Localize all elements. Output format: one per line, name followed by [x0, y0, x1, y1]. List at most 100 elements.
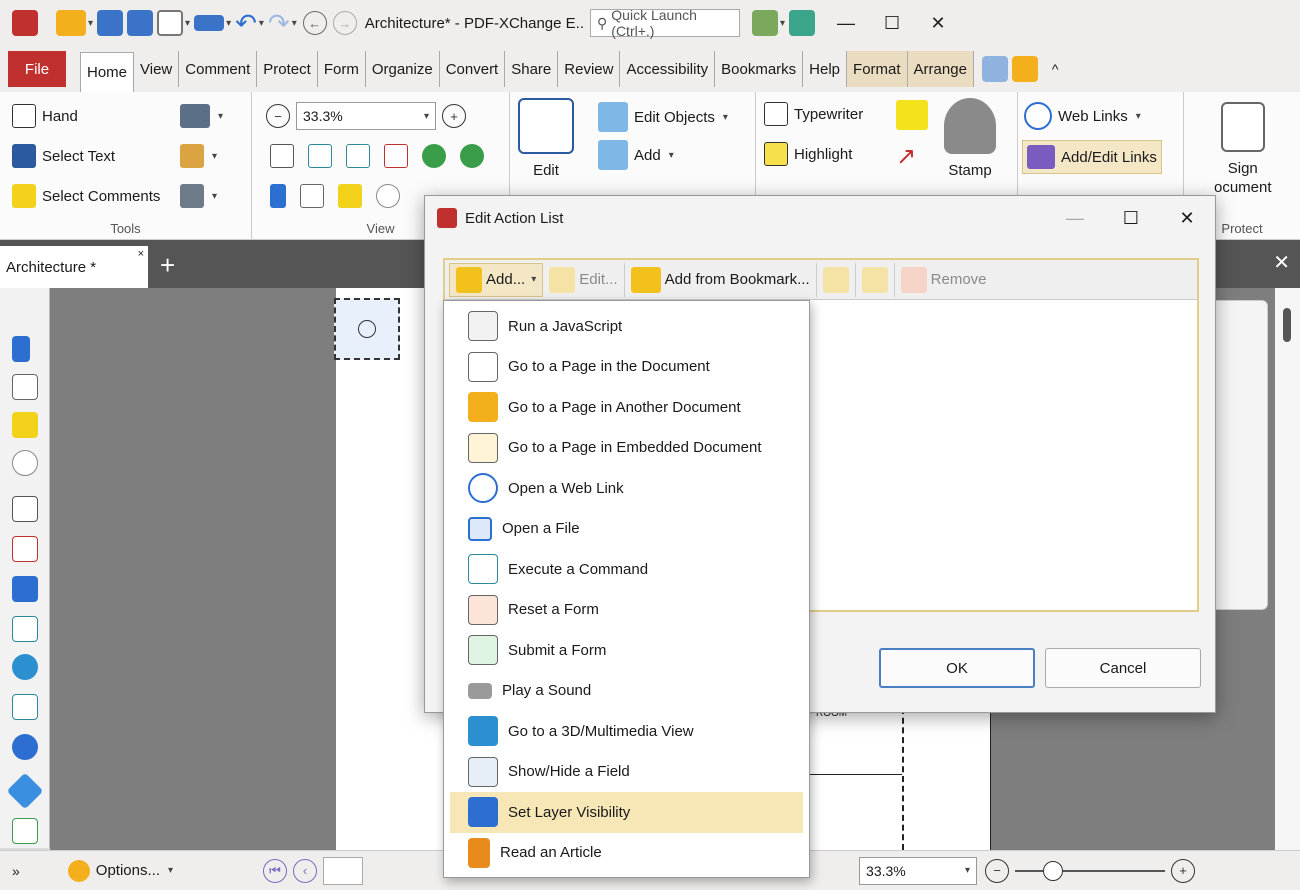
selected-link-annotation[interactable]: [334, 298, 400, 360]
scan-icon[interactable]: ▾: [194, 8, 231, 38]
move-down-button[interactable]: [856, 262, 895, 297]
stamp-button[interactable]: Stamp: [944, 98, 996, 179]
add-edit-links-button[interactable]: Add/Edit Links: [1022, 140, 1162, 174]
menu-item-submit-form[interactable]: Submit a Form: [444, 630, 809, 671]
close-tab-icon[interactable]: ×: [138, 248, 144, 260]
minimize-button[interactable]: —: [823, 0, 869, 46]
open-folder-icon[interactable]: ▾: [56, 8, 93, 38]
edit-button[interactable]: Edit: [518, 98, 574, 179]
quick-launch-input[interactable]: ⚲ Quick Launch (Ctrl+.): [590, 7, 741, 39]
sign-document-button[interactable]: Sign ocument: [1214, 102, 1272, 196]
tab-help[interactable]: Help: [803, 51, 848, 87]
highlight-button[interactable]: Highlight: [764, 142, 852, 166]
comments-icon[interactable]: [338, 184, 362, 208]
dialog-close-button[interactable]: ✕: [1159, 196, 1215, 240]
web-links-button[interactable]: Web Links ▾: [1024, 102, 1141, 130]
fit-page-icon[interactable]: [308, 144, 332, 168]
new-tab-icon[interactable]: +: [160, 250, 175, 281]
links-pane-icon[interactable]: [12, 734, 38, 760]
tab-format[interactable]: Format: [847, 51, 908, 87]
fullscreen-icon[interactable]: [789, 8, 816, 38]
remove-action-button[interactable]: Remove: [895, 263, 993, 297]
add-object-button[interactable]: Add ▾: [598, 140, 674, 170]
page-number-input[interactable]: [323, 856, 364, 885]
hand-tool[interactable]: Hand: [12, 104, 78, 128]
maximize-button[interactable]: ☐: [869, 0, 915, 46]
dialog-maximize-button[interactable]: ☐: [1103, 196, 1159, 240]
tab-protect[interactable]: Protect: [257, 51, 318, 87]
pages-icon[interactable]: [300, 184, 324, 208]
zoom-out-icon[interactable]: −: [266, 104, 290, 128]
save-icon[interactable]: [97, 8, 124, 38]
email-icon[interactable]: ▾: [157, 8, 190, 38]
arrow-button[interactable]: ↗: [896, 142, 916, 171]
tab-comment[interactable]: Comment: [179, 51, 258, 87]
bottom-zoom-out-icon[interactable]: −: [985, 858, 1010, 883]
signatures-pane-icon[interactable]: [12, 536, 38, 562]
back-icon[interactable]: ←: [302, 11, 327, 35]
print-icon[interactable]: [127, 8, 154, 38]
attachment-icon[interactable]: [376, 184, 400, 208]
tab-bookmarks[interactable]: Bookmarks: [715, 51, 804, 87]
rotate-right-icon[interactable]: [460, 144, 484, 168]
fit-width-icon[interactable]: [346, 144, 370, 168]
structure-pane-icon[interactable]: [12, 694, 38, 720]
typewriter-button[interactable]: Typewriter: [764, 102, 863, 126]
status-collapse-icon[interactable]: »: [12, 863, 20, 879]
edit-action-button[interactable]: Edit...: [543, 262, 625, 297]
menu-item-read-article[interactable]: Read an Article: [444, 833, 809, 874]
tab-accessibility[interactable]: Accessibility: [620, 51, 716, 87]
cancel-button[interactable]: Cancel: [1045, 648, 1201, 688]
select-text-tool[interactable]: Select Text: [12, 144, 115, 168]
add-from-bookmark-button[interactable]: Add from Bookmark...: [625, 262, 817, 297]
destinations-pane-icon[interactable]: [12, 654, 38, 680]
bookmarks-pane-icon[interactable]: [12, 336, 30, 362]
menu-item-set-layer-visibility[interactable]: Set Layer Visibility: [450, 792, 803, 833]
vertical-scrollbar[interactable]: [1275, 288, 1300, 850]
actual-size-icon[interactable]: [270, 144, 294, 168]
layers-pane-icon[interactable]: [12, 576, 38, 602]
fit-visible-icon[interactable]: [384, 144, 408, 168]
options-button[interactable]: Options... ▾: [67, 859, 173, 882]
ribbon-extra-icon[interactable]: [981, 54, 1008, 84]
prev-page-icon[interactable]: ‹: [293, 858, 318, 883]
tab-arrange[interactable]: Arrange: [907, 51, 974, 87]
fields-pane-icon[interactable]: [12, 818, 38, 844]
snapshot-button[interactable]: ▾: [180, 104, 223, 128]
menu-item-3d-view[interactable]: Go to a 3D/Multimedia View: [444, 711, 809, 752]
menu-item-open-web-link[interactable]: Open a Web Link: [444, 468, 809, 509]
tab-view[interactable]: View: [134, 51, 180, 87]
first-page-icon[interactable]: ⏮: [263, 858, 288, 883]
ok-button[interactable]: OK: [879, 648, 1035, 688]
menu-item-run-javascript[interactable]: Run a JavaScript: [444, 306, 809, 347]
forward-icon[interactable]: →: [332, 11, 357, 35]
tab-organize[interactable]: Organize: [366, 51, 440, 87]
properties-pane-icon[interactable]: [12, 496, 38, 522]
menu-item-play-sound[interactable]: Play a Sound: [444, 671, 809, 712]
comments-pane-icon[interactable]: [12, 412, 38, 438]
menu-item-goto-other-doc[interactable]: Go to a Page in Another Document: [444, 387, 809, 428]
tab-share[interactable]: Share: [505, 51, 559, 87]
edit-objects-button[interactable]: Edit Objects ▾: [598, 102, 728, 132]
redo-icon[interactable]: ↷ ▾: [268, 8, 297, 38]
select-comments-tool[interactable]: Select Comments: [12, 184, 160, 208]
clipboard-button[interactable]: ▾: [180, 144, 217, 168]
menu-item-goto-page[interactable]: Go to a Page in the Document: [444, 347, 809, 388]
tab-file[interactable]: File: [8, 51, 66, 87]
thumbnails-pane-icon[interactable]: [12, 374, 38, 400]
close-document-icon[interactable]: ✕: [1273, 250, 1290, 275]
close-button[interactable]: ✕: [915, 0, 961, 46]
add-action-button[interactable]: Add... ▾: [449, 262, 544, 297]
bottom-zoom-select[interactable]: 33.3% ▾: [859, 856, 978, 885]
bottom-zoom-in-icon[interactable]: +: [1171, 858, 1196, 883]
tab-form[interactable]: Form: [318, 51, 366, 87]
zoom-in-icon[interactable]: +: [442, 104, 466, 128]
ribbon-extra2-icon[interactable]: [1011, 54, 1038, 84]
undo-icon[interactable]: ↶ ▾: [235, 8, 264, 38]
bookmark-icon[interactable]: [270, 184, 286, 208]
menu-item-open-file[interactable]: Open a File: [444, 509, 809, 550]
scroll-thumb[interactable]: [1283, 308, 1291, 342]
move-up-button[interactable]: [817, 262, 856, 297]
sticky-note-button[interactable]: [896, 100, 928, 130]
tab-convert[interactable]: Convert: [440, 51, 506, 87]
